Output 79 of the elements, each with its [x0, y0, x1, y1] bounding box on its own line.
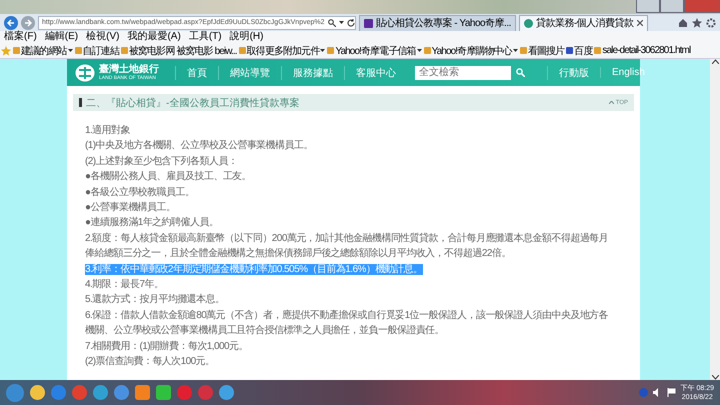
caret-icon — [320, 49, 326, 52]
maximize-button[interactable] — [660, 0, 684, 13]
paragraph: ●連續服務滿1年之約聘僱人員。 — [85, 216, 220, 230]
taskbar-app-icon[interactable] — [72, 385, 87, 400]
back-button[interactable] — [4, 16, 18, 30]
page-icon — [238, 47, 246, 54]
back-arrow-icon — [7, 18, 15, 26]
browser-tab[interactable]: 貸款業務-個人消費貸款 — [518, 14, 648, 30]
favorite-link[interactable]: 建議的網站 — [13, 44, 73, 58]
minimize-button[interactable] — [636, 0, 660, 13]
taskbar-app-icon[interactable] — [51, 385, 66, 400]
paragraph: 5.還款方式：按月平均攤還本息。 — [85, 292, 226, 308]
taskbar-app-icon[interactable] — [177, 385, 192, 400]
page-icon — [13, 47, 20, 54]
flag-icon[interactable] — [666, 388, 676, 397]
forward-arrow-icon — [24, 18, 32, 26]
favorite-link[interactable]: 被窝电影网 被窝电影 beiw... — [120, 44, 237, 58]
favorite-link[interactable]: Yahoo!奇摩電子信箱 — [327, 44, 422, 58]
paragraph: 1.適用對象 — [85, 124, 132, 138]
paragraph: (2)票信查詢費：每人次100元。 — [85, 354, 216, 370]
paragraph: 3.利率：依中華郵政2年期定期儲金機動利率加0.505%（目前為1.6%）機動計息。 — [85, 262, 424, 277]
search-field[interactable]: 全文檢索 — [415, 66, 511, 80]
page-icon — [120, 47, 128, 54]
taskbar-app-icon[interactable] — [114, 385, 129, 400]
caret-icon — [68, 49, 73, 52]
menu-item[interactable]: 工具(T) — [188, 31, 222, 43]
paragraph: ●公營事業機構員工。 — [85, 200, 177, 216]
menu-item[interactable]: 檔案(F) — [4, 31, 37, 43]
scroll-up-icon[interactable] — [712, 59, 718, 64]
favorite-link[interactable]: Yahoo!奇摩購物中心 — [424, 44, 518, 58]
bookmark-icon — [79, 98, 82, 107]
site-icon — [524, 18, 533, 28]
close-tab-icon[interactable] — [636, 20, 643, 26]
taskbar-app-icon[interactable] — [135, 385, 150, 400]
paragraph: ●各級公立學校教職員工。 — [85, 186, 196, 200]
page-icon — [74, 47, 82, 54]
page-icon — [520, 47, 527, 54]
page-icon — [327, 47, 334, 54]
page-icon — [424, 47, 431, 54]
taskbar-app-icon[interactable] — [93, 385, 108, 400]
paragraph: (2)上述對象至少包含下列各類人員： — [85, 154, 238, 169]
section-title: 二、『貼心相貸』-全國公教員工消費性貸款專案 — [86, 96, 300, 110]
start-button[interactable] — [6, 384, 24, 402]
menu-item[interactable]: 檢視(V) — [86, 31, 120, 43]
settings-icon[interactable] — [706, 18, 716, 28]
paragraph: 4.期限：最長7年。 — [85, 278, 164, 292]
caret-icon — [416, 49, 422, 52]
favorite-link[interactable]: 自訂連結 — [74, 44, 119, 58]
star-icon[interactable] — [692, 18, 702, 28]
menu-item[interactable]: 說明(H) — [230, 31, 264, 43]
page-icon — [566, 47, 574, 54]
taskbar-app-icon[interactable] — [30, 385, 45, 400]
search-icon[interactable] — [328, 18, 336, 26]
caret-icon — [512, 49, 518, 52]
paragraph: 6.保證：借款人借款金額逾80萬元（不含）者，應提供不動產擔保或自行覓妥1位一般保證人，該一般保證人須由中央及地方各機關、公立學校或公營事業機構員工且符合授信標準之人員擔任，並負一般保證責任。 — [85, 308, 610, 338]
paragraph: ●各機關公務人員、雇員及技工、工友。 — [85, 170, 252, 184]
paragraph: 2.額度：每人核貸金額最高新臺幣（以下同）200萬元，加計其他金融機構同性質貸款，合計每月應攤還本息金額不得超過每月俸給總額三分之一，且於全體金融機構之無擔保債務歸戶後之總餘額除以月平均收入，不得超過22倍。 — [85, 232, 610, 262]
paragraph: 7.相關費用：(1)開辦費：每次1,000元。 — [85, 340, 249, 354]
bank-name: 臺灣土地銀行 — [99, 64, 159, 75]
caret-up-icon — [608, 101, 614, 104]
refresh-icon[interactable] — [346, 18, 354, 26]
bank-logo-icon — [75, 64, 95, 82]
favorite-link[interactable]: sale-detail-3062801.html — [594, 45, 690, 56]
favorite-link[interactable]: 取得更多附加元件 — [238, 44, 326, 58]
page-icon — [594, 47, 602, 54]
scroll-down-icon[interactable] — [712, 375, 718, 380]
home-icon[interactable] — [678, 18, 688, 28]
caret-icon — [338, 21, 344, 24]
menu-item[interactable]: 編輯(E) — [44, 31, 78, 43]
site-icon — [364, 18, 373, 28]
paragraph: (1)中央及地方各機關、公立學校及公營事業機構員工。 — [85, 138, 314, 154]
menu-item[interactable]: 我的最愛(A) — [127, 31, 181, 43]
forward-button[interactable] — [21, 16, 35, 30]
browser-tab[interactable]: 貼心相貸公教專案 - Yahoo奇摩... — [359, 14, 516, 30]
favorite-link[interactable]: 百度 — [566, 44, 592, 58]
taskbar-app-icon[interactable] — [219, 385, 234, 400]
star-icon[interactable] — [1, 46, 11, 56]
favorite-link[interactable]: 看圖搜片 — [520, 44, 564, 58]
taskbar-app-icon[interactable] — [156, 385, 171, 400]
